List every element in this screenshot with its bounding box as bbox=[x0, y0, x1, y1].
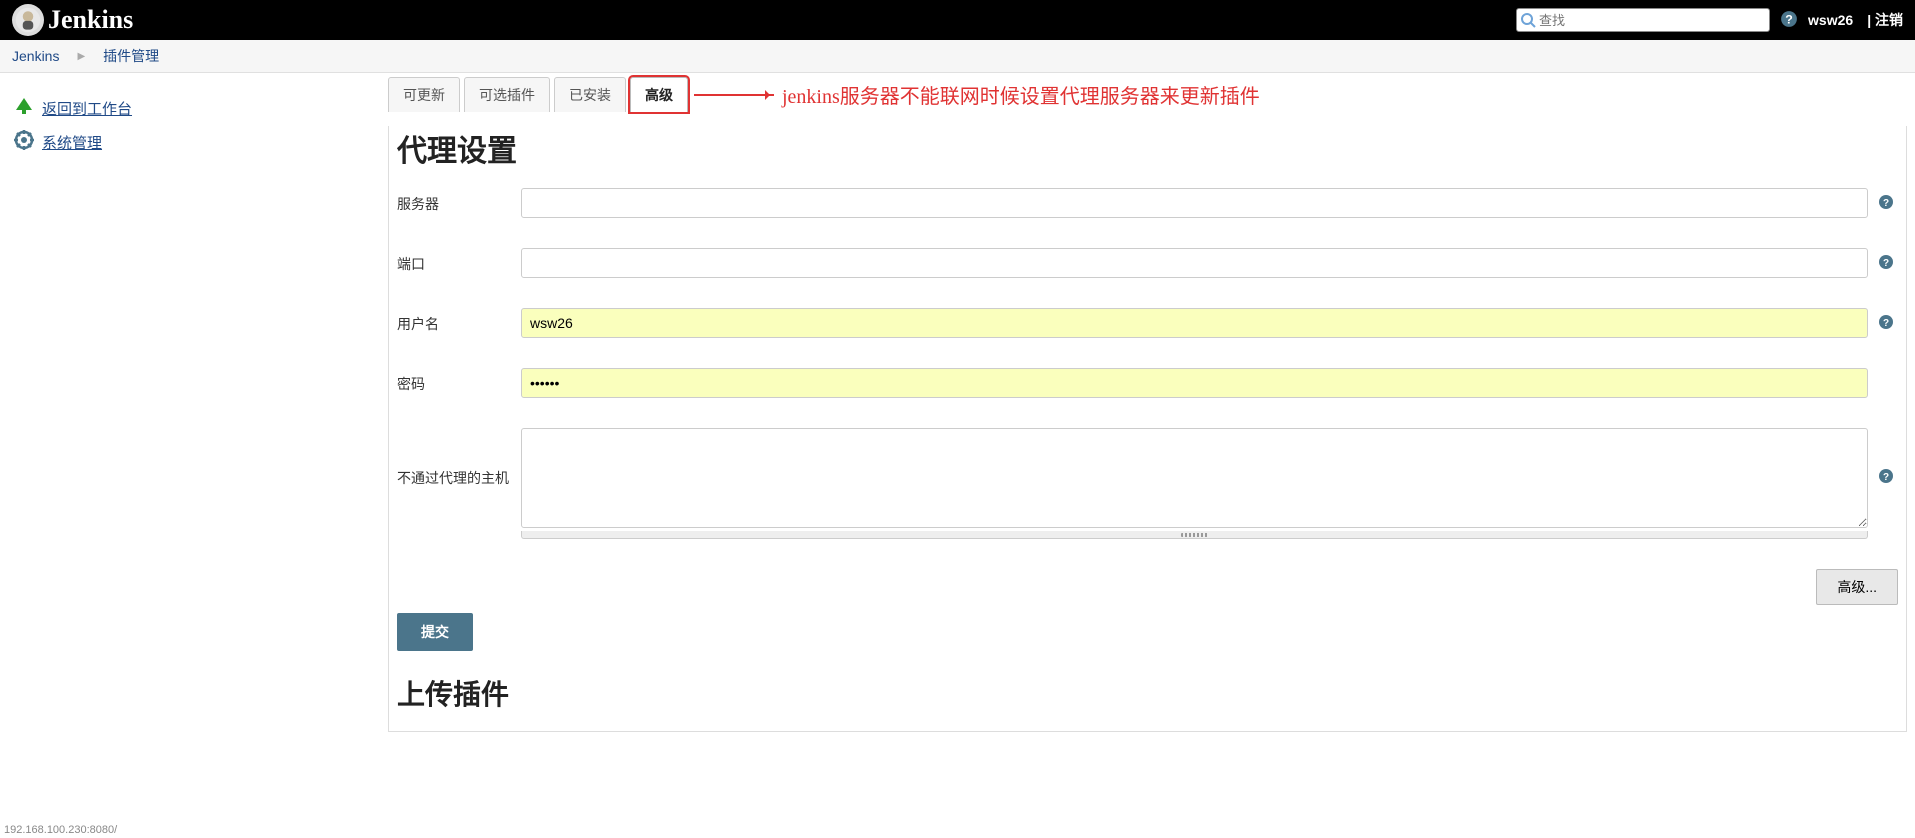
help-icon[interactable]: ? bbox=[1878, 468, 1894, 484]
svg-text:?: ? bbox=[1785, 12, 1793, 26]
pane-advanced: 代理设置 服务器 ? 端口 ? 用户名 ? 密码 bbox=[388, 126, 1907, 732]
resize-grip-icon[interactable] bbox=[521, 531, 1868, 539]
annotation-text: jenkins服务器不能联网时候设置代理服务器来更新插件 bbox=[782, 80, 1260, 109]
port-input[interactable] bbox=[521, 248, 1868, 278]
noproxy-textarea[interactable] bbox=[521, 428, 1868, 528]
status-bar: 192.168.100.230:8080/ bbox=[0, 822, 121, 838]
current-user[interactable]: wsw26 bbox=[1808, 12, 1853, 28]
breadcrumb-item-root[interactable]: Jenkins bbox=[12, 48, 59, 64]
breadcrumb-item-plugins[interactable]: 插件管理 bbox=[103, 46, 159, 66]
proxy-section-title: 代理设置 bbox=[397, 126, 1898, 170]
search-box bbox=[1516, 8, 1770, 32]
svg-text:?: ? bbox=[1883, 472, 1889, 483]
brand-text: Jenkins bbox=[48, 5, 133, 35]
server-input[interactable] bbox=[521, 188, 1868, 218]
help-icon[interactable]: ? bbox=[1878, 254, 1894, 270]
username-input[interactable] bbox=[521, 308, 1868, 338]
search-icon bbox=[1520, 12, 1536, 28]
arrow-icon bbox=[694, 94, 774, 96]
port-label: 端口 bbox=[397, 248, 521, 274]
brand-logo[interactable]: Jenkins bbox=[12, 4, 133, 36]
sidebar-back-label[interactable]: 返回到工作台 bbox=[42, 98, 132, 119]
sidebar-manage-label[interactable]: 系统管理 bbox=[42, 132, 102, 153]
tab-advanced[interactable]: 高级 bbox=[630, 77, 688, 112]
advanced-button[interactable]: 高级... bbox=[1816, 569, 1898, 605]
svg-text:?: ? bbox=[1883, 318, 1889, 329]
help-icon[interactable]: ? bbox=[1780, 10, 1798, 31]
tab-bar: 可更新 可选插件 已安装 高级 jenkins服务器不能联网时候设置代理服务器来… bbox=[388, 77, 1907, 112]
main-content: 可更新 可选插件 已安装 高级 jenkins服务器不能联网时候设置代理服务器来… bbox=[380, 73, 1915, 742]
header-bar: Jenkins ? wsw26 | 注销 bbox=[0, 0, 1915, 40]
upload-section-title: 上传插件 bbox=[397, 673, 1898, 713]
help-icon[interactable]: ? bbox=[1878, 194, 1894, 210]
tab-installed[interactable]: 已安装 bbox=[554, 77, 626, 112]
tab-updatable[interactable]: 可更新 bbox=[388, 77, 460, 112]
password-label: 密码 bbox=[397, 368, 521, 394]
sidebar: 返回到工作台 系统管理 bbox=[0, 73, 380, 742]
noproxy-label: 不通过代理的主机 bbox=[397, 428, 521, 488]
tab-available[interactable]: 可选插件 bbox=[464, 77, 550, 112]
help-icon[interactable]: ? bbox=[1878, 314, 1894, 330]
sidebar-item-back[interactable]: 返回到工作台 bbox=[14, 91, 370, 125]
breadcrumb: Jenkins ▶ 插件管理 bbox=[0, 40, 1915, 73]
search-input[interactable] bbox=[1516, 8, 1770, 32]
annotation: jenkins服务器不能联网时候设置代理服务器来更新插件 bbox=[694, 77, 1260, 112]
sidebar-item-manage[interactable]: 系统管理 bbox=[14, 125, 370, 159]
password-input[interactable] bbox=[521, 368, 1868, 398]
logout-link[interactable]: | 注销 bbox=[1867, 10, 1903, 30]
chevron-right-icon: ▶ bbox=[77, 51, 85, 62]
server-label: 服务器 bbox=[397, 188, 521, 214]
username-label: 用户名 bbox=[397, 308, 521, 334]
gear-icon bbox=[14, 130, 34, 154]
svg-text:?: ? bbox=[1883, 198, 1889, 209]
submit-button[interactable]: 提交 bbox=[397, 613, 473, 651]
up-arrow-icon bbox=[14, 96, 34, 120]
jenkins-icon bbox=[12, 4, 44, 36]
svg-text:?: ? bbox=[1883, 258, 1889, 269]
